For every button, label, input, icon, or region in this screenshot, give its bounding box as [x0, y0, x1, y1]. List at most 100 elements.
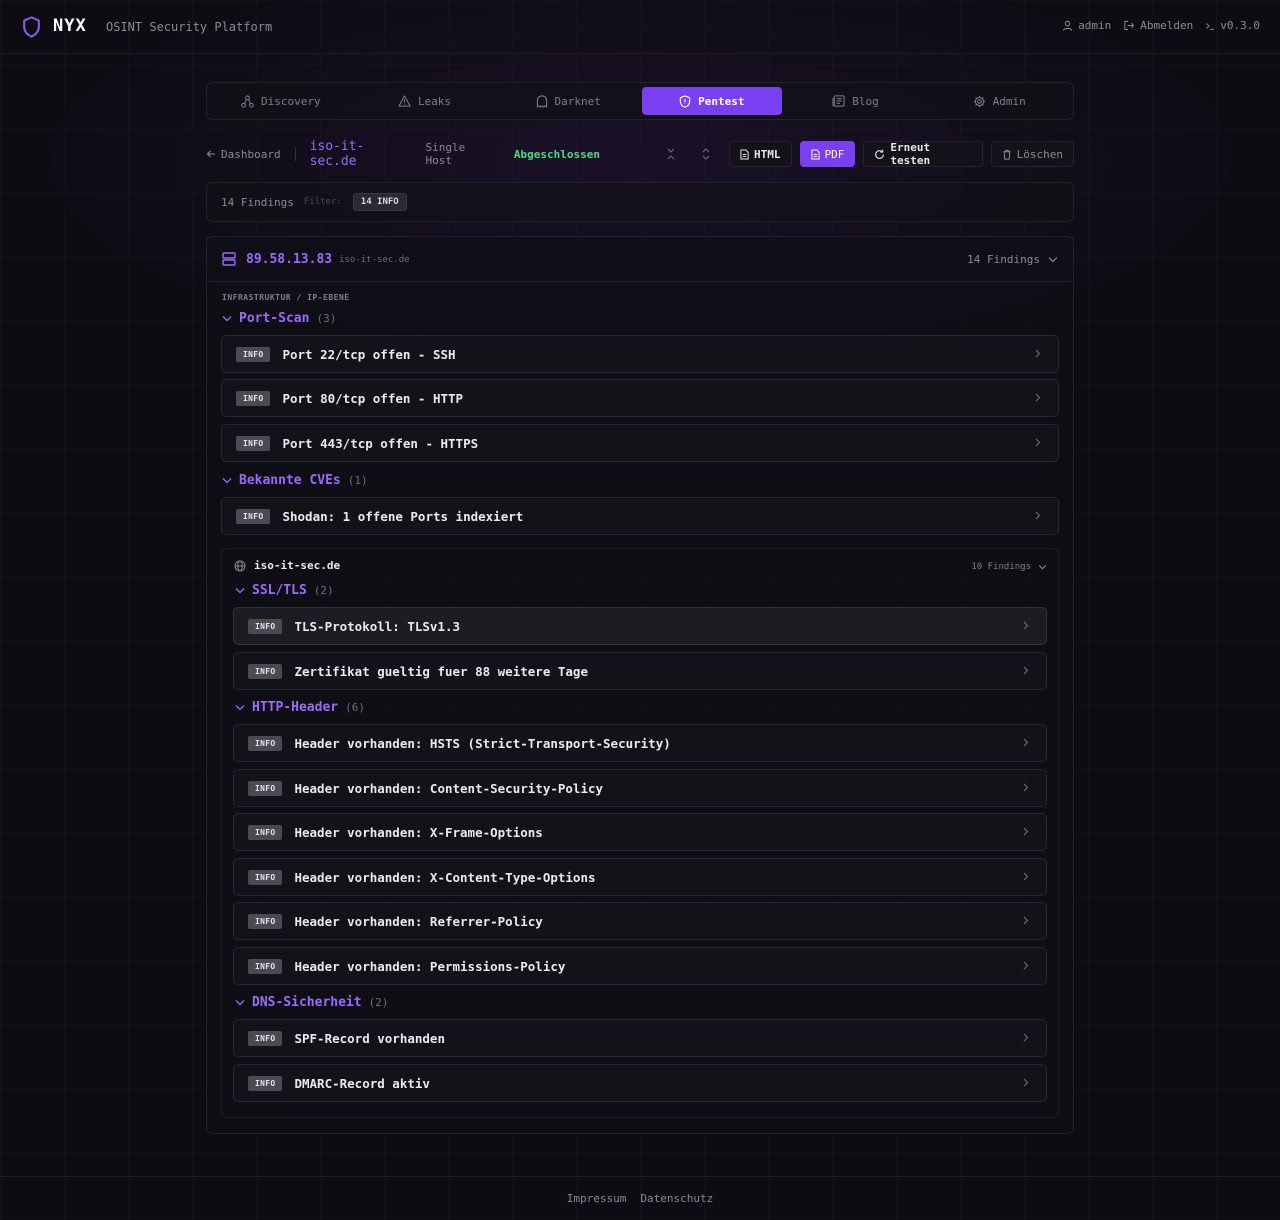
- server-icon: [222, 252, 236, 266]
- logout-link[interactable]: Abmelden: [1123, 19, 1193, 32]
- chevron-right-icon: [1035, 511, 1041, 520]
- collapse-all-icon[interactable]: [666, 148, 676, 160]
- datenschutz-link[interactable]: Datenschutz: [640, 1192, 713, 1205]
- finding-row[interactable]: INFO Header vorhanden: HSTS (Strict-Tran…: [233, 724, 1047, 762]
- severity-badge: INFO: [248, 618, 283, 634]
- finding-row[interactable]: INFO Port 22/tcp offen - SSH: [221, 335, 1059, 373]
- finding-row[interactable]: INFO Zertifikat gueltig fuer 88 weitere …: [233, 652, 1047, 690]
- export-pdf-button[interactable]: PDF: [799, 141, 856, 167]
- file-icon: [740, 149, 749, 160]
- tab-admin[interactable]: Admin: [929, 87, 1069, 115]
- user-link[interactable]: admin: [1062, 19, 1111, 32]
- category-ssl-tls[interactable]: SSL/TLS (2): [235, 583, 334, 598]
- finding-row[interactable]: INFO SPF-Record vorhanden: [233, 1019, 1047, 1057]
- brand-subtitle: OSINT Security Platform: [106, 20, 273, 34]
- chevron-down-icon[interactable]: [1048, 256, 1058, 263]
- export-html-button[interactable]: HTML: [729, 141, 792, 167]
- severity-badge: INFO: [248, 913, 283, 929]
- host-findings-label: 14 Findings: [967, 252, 1040, 266]
- finding-title: SPF-Record vorhanden: [294, 1030, 445, 1046]
- finding-title: Port 80/tcp offen - HTTP: [282, 390, 464, 406]
- finding-row[interactable]: INFO Header vorhanden: Content-Security-…: [233, 769, 1047, 807]
- domain-findings-count[interactable]: 10 Findings: [971, 562, 1047, 572]
- footer: Impressum Datenschutz: [0, 1176, 1280, 1220]
- domain-findings-label: 10 Findings: [971, 562, 1031, 572]
- chevron-right-icon: [1023, 783, 1029, 792]
- tab-darknet[interactable]: Darknet: [498, 87, 638, 115]
- impressum-link[interactable]: Impressum: [567, 1192, 627, 1205]
- findings-count: 14 Findings: [221, 195, 294, 209]
- chevron-right-icon: [1035, 393, 1041, 402]
- version-label: v0.3.0: [1220, 19, 1260, 32]
- tab-discovery[interactable]: Discovery: [211, 87, 351, 115]
- domain-findings-panel: iso-it-sec.de 10 Findings SSL/TLS (2) IN…: [221, 548, 1059, 1118]
- ghost-icon: [536, 94, 548, 108]
- tab-blog[interactable]: Blog: [786, 87, 926, 115]
- severity-badge: INFO: [248, 824, 283, 840]
- severity-badge: INFO: [248, 958, 283, 974]
- finding-title: Port 22/tcp offen - SSH: [282, 346, 456, 362]
- chevron-right-icon: [1023, 872, 1029, 881]
- tab-blog-label: Blog: [852, 94, 879, 108]
- severity-badge: INFO: [236, 435, 271, 451]
- category-http-header[interactable]: HTTP-Header (6): [235, 700, 365, 715]
- tab-pentest[interactable]: Pentest: [642, 87, 782, 115]
- tab-leaks[interactable]: Leaks: [355, 87, 495, 115]
- chevron-down-icon: [222, 315, 232, 322]
- finding-title: DMARC-Record aktiv: [294, 1075, 430, 1091]
- finding-row[interactable]: INFO Header vorhanden: X-Frame-Options: [233, 813, 1047, 851]
- category-port-scan[interactable]: Port-Scan (3): [222, 311, 336, 326]
- severity-badge: INFO: [248, 663, 283, 679]
- category-cves[interactable]: Bekannte CVEs (1): [222, 473, 368, 488]
- top-bar: NYX OSINT Security Platform admin Abmeld…: [0, 0, 1280, 54]
- finding-title: Port 443/tcp offen - HTTPS: [282, 435, 479, 451]
- finding-title: Header vorhanden: Referrer-Policy: [294, 913, 543, 929]
- category-count: (3): [316, 312, 337, 325]
- finding-row[interactable]: INFO TLS-Protokoll: TLSv1.3: [233, 607, 1047, 645]
- back-link[interactable]: Dashboard: [206, 148, 281, 161]
- finding-row[interactable]: INFO Header vorhanden: Permissions-Polic…: [233, 947, 1047, 985]
- filter-bar: 14 Findings Filter: 14 INFO: [206, 182, 1074, 222]
- finding-row[interactable]: INFO DMARC-Record aktiv: [233, 1064, 1047, 1102]
- chevron-down-icon: [235, 999, 245, 1006]
- chevron-right-icon: [1023, 1078, 1029, 1087]
- category-dns-security[interactable]: DNS-Sicherheit (2): [235, 995, 388, 1010]
- category-count: (6): [345, 701, 365, 714]
- category-name: DNS-Sicherheit: [252, 995, 362, 1010]
- tab-leaks-label: Leaks: [417, 94, 452, 108]
- newspaper-icon: [832, 95, 845, 107]
- tab-discovery-label: Discovery: [261, 94, 321, 108]
- brand-name[interactable]: NYX: [53, 16, 87, 36]
- export-html-label: HTML: [754, 147, 781, 161]
- delete-button[interactable]: Löschen: [990, 141, 1074, 167]
- retest-label: Erneut testen: [890, 141, 931, 167]
- chevron-right-icon: [1023, 621, 1029, 630]
- retest-button[interactable]: Erneut testen: [863, 141, 983, 167]
- finding-row[interactable]: INFO Header vorhanden: X-Content-Type-Op…: [233, 858, 1047, 896]
- file-pdf-icon: [810, 149, 820, 160]
- category-name: SSL/TLS: [252, 583, 307, 598]
- finding-title: Shodan: 1 offene Ports indexiert: [282, 508, 524, 524]
- finding-title: Zertifikat gueltig fuer 88 weitere Tage: [294, 663, 588, 679]
- chevron-down-icon: [222, 477, 232, 484]
- chevron-right-icon: [1023, 738, 1029, 747]
- divider: [294, 147, 296, 161]
- host-header[interactable]: 89.58.13.83 iso-it-sec.de 14 Findings: [207, 237, 1073, 282]
- finding-row[interactable]: INFO Port 80/tcp offen - HTTP: [221, 379, 1059, 417]
- severity-badge: INFO: [248, 780, 283, 796]
- severity-filter-chip[interactable]: 14 INFO: [352, 193, 407, 211]
- finding-row[interactable]: INFO Shodan: 1 offene Ports indexiert: [221, 497, 1059, 535]
- finding-row[interactable]: INFO Port 443/tcp offen - HTTPS: [221, 424, 1059, 462]
- finding-row[interactable]: INFO Header vorhanden: Referrer-Policy: [233, 902, 1047, 940]
- trash-icon: [1002, 149, 1012, 160]
- logout-label: Abmelden: [1140, 19, 1194, 32]
- chevron-down-icon: [235, 704, 245, 711]
- chevron-down-icon: [235, 587, 245, 594]
- user-menu: admin Abmelden v0.3.0: [1062, 19, 1260, 32]
- chevron-right-icon: [1023, 827, 1029, 836]
- expand-all-icon[interactable]: [701, 148, 711, 160]
- delete-label: Löschen: [1016, 147, 1063, 161]
- domain-header[interactable]: iso-it-sec.de: [234, 559, 340, 572]
- tab-darknet-label: Darknet: [554, 94, 601, 108]
- host-name: iso-it-sec.de: [339, 255, 410, 265]
